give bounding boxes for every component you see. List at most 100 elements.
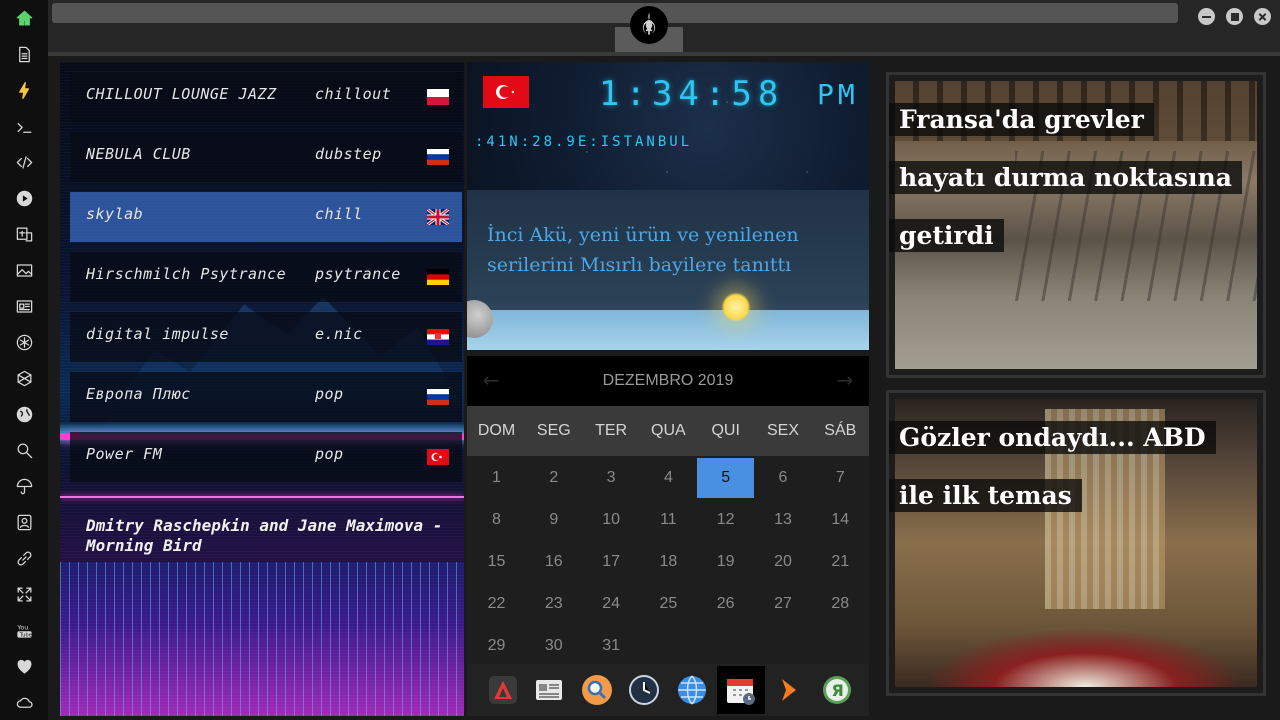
news-card[interactable]: Gözler ondaydı... ABD ile ilk temas: [886, 390, 1266, 696]
weekday-label: TER: [595, 422, 628, 439]
youtube-icon[interactable]: You Tube: [12, 618, 36, 642]
calendar-day[interactable]: 16: [525, 542, 582, 582]
calendar-day[interactable]: 25: [640, 584, 697, 624]
contact-card-icon[interactable]: [12, 510, 36, 534]
svg-text:Я: Я: [832, 681, 844, 700]
ticker-headline[interactable]: İnci Akü, yeni ürün ve yenilenen seriler…: [487, 220, 837, 280]
search-app-icon[interactable]: [579, 672, 615, 708]
station-row[interactable]: Hirschmilch Psytrance psytrance: [70, 252, 462, 302]
svg-text:Tube: Tube: [18, 632, 31, 638]
station-name: NEBULA CLUB: [86, 145, 191, 163]
calendar-day[interactable]: 11: [640, 500, 697, 540]
news-reader-icon[interactable]: [531, 672, 567, 708]
weekday-label: QUI: [711, 422, 740, 439]
calendar-day[interactable]: 8: [468, 500, 525, 540]
top-bar: [48, 0, 1280, 52]
globe-icon[interactable]: [12, 402, 36, 426]
calendar-day[interactable]: 23: [525, 584, 582, 624]
clock-ampm: PM: [817, 78, 859, 111]
document-icon[interactable]: [12, 42, 36, 66]
asterisk-icon[interactable]: [12, 330, 36, 354]
calendar-day-today[interactable]: 5: [697, 458, 755, 498]
uk-flag-icon: [426, 207, 450, 227]
minimize-button[interactable]: [1198, 8, 1215, 25]
station-row[interactable]: Европа Плюс pop: [70, 372, 462, 422]
clock-time: 1:34:58: [599, 74, 785, 114]
calendar-app-icon[interactable]: [717, 666, 765, 714]
calendar-day[interactable]: 12: [697, 500, 754, 540]
code-icon[interactable]: [12, 150, 36, 174]
station-row[interactable]: NEBULA CLUB dubstep: [70, 132, 462, 182]
logo-tab[interactable]: [615, 0, 683, 52]
calendar-day[interactable]: 15: [468, 542, 525, 582]
cloud-icon[interactable]: [12, 690, 36, 714]
calendar-day[interactable]: 27: [755, 584, 812, 624]
station-name: digital impulse: [86, 325, 229, 343]
search-icon[interactable]: [12, 438, 36, 462]
station-name: Hirschmilch Psytrance: [86, 265, 287, 283]
close-button[interactable]: [1254, 8, 1271, 25]
play-icon[interactable]: [12, 186, 36, 210]
calendar-day[interactable]: 30: [525, 626, 582, 666]
calendar-month: DEZEMBRO 2019: [602, 372, 734, 389]
calendar-day[interactable]: 10: [583, 500, 640, 540]
app-launcher-icon[interactable]: [485, 672, 521, 708]
newspaper-icon[interactable]: [12, 294, 36, 318]
sun-icon: [721, 292, 751, 322]
calendar-day[interactable]: 4: [640, 458, 697, 498]
news-headline-line: hayatı durma noktasına: [889, 161, 1242, 194]
calendar-day[interactable]: 29: [468, 626, 525, 666]
calendar-day[interactable]: 1: [468, 458, 525, 498]
calendar-header: ← DEZEMBRO 2019 →: [467, 356, 869, 406]
calendar-day[interactable]: 19: [697, 542, 754, 582]
link-icon[interactable]: [12, 546, 36, 570]
clock-location: :41N:28.9E:ISTANBUL: [475, 134, 693, 150]
expand-icon[interactable]: [12, 582, 36, 606]
clock-app-icon[interactable]: [626, 672, 662, 708]
station-name: Power FM: [86, 445, 163, 463]
yandex-icon[interactable]: Я: [819, 672, 855, 708]
calendar-day[interactable]: 17: [583, 542, 640, 582]
calendar-day[interactable]: 24: [583, 584, 640, 624]
calendar-day[interactable]: 3: [583, 458, 640, 498]
calendar-day[interactable]: 2: [525, 458, 582, 498]
weather-widget[interactable]: İnci Akü, yeni ürün ve yenilenen seriler…: [467, 190, 869, 350]
weekday-label: SEG: [536, 422, 571, 439]
calendar-day[interactable]: 20: [755, 542, 812, 582]
station-row[interactable]: Power FM pop: [70, 432, 462, 482]
station-row[interactable]: CHILLOUT LOUNGE JAZZ chillout: [70, 72, 462, 122]
hexagon-icon[interactable]: [12, 366, 36, 390]
calendar-day[interactable]: 18: [640, 542, 697, 582]
station-row[interactable]: digital impulse e.nic: [70, 312, 462, 362]
calendar-day[interactable]: 26: [697, 584, 754, 624]
lightning-icon[interactable]: [12, 78, 36, 102]
station-genre: chill: [315, 205, 363, 223]
terminal-icon[interactable]: [12, 115, 36, 139]
calendar-day[interactable]: 22: [468, 584, 525, 624]
media-player-icon[interactable]: [771, 672, 807, 708]
calendar-day[interactable]: 14: [812, 500, 869, 540]
calendar-day[interactable]: 6: [755, 458, 812, 498]
calendar-day[interactable]: 7: [812, 458, 869, 498]
calendar-day[interactable]: 28: [812, 584, 869, 624]
weekday-label: QUA: [651, 422, 686, 439]
station-row[interactable]: skylab chill: [70, 192, 462, 242]
chevron-right-icon[interactable]: →: [833, 368, 857, 392]
sidebar: You Tube: [0, 0, 48, 720]
station-name: skylab: [86, 205, 144, 223]
translate-icon[interactable]: [12, 222, 36, 246]
web-browser-icon[interactable]: [674, 672, 710, 708]
maximize-button[interactable]: [1226, 8, 1243, 25]
calendar-day[interactable]: 9: [525, 500, 582, 540]
station-genre: chillout: [315, 85, 392, 103]
calendar-day[interactable]: 21: [812, 542, 869, 582]
heart-icon[interactable]: [12, 654, 36, 678]
weekday-label: SEX: [766, 422, 799, 439]
image-icon[interactable]: [12, 258, 36, 282]
news-card[interactable]: Fransa'da grevler hayatı durma noktasına…: [886, 72, 1266, 378]
umbrella-icon[interactable]: [12, 474, 36, 498]
calendar-day[interactable]: 31: [583, 626, 640, 666]
svg-text:You: You: [16, 624, 28, 631]
home-icon[interactable]: [12, 6, 36, 30]
calendar-day[interactable]: 13: [755, 500, 812, 540]
